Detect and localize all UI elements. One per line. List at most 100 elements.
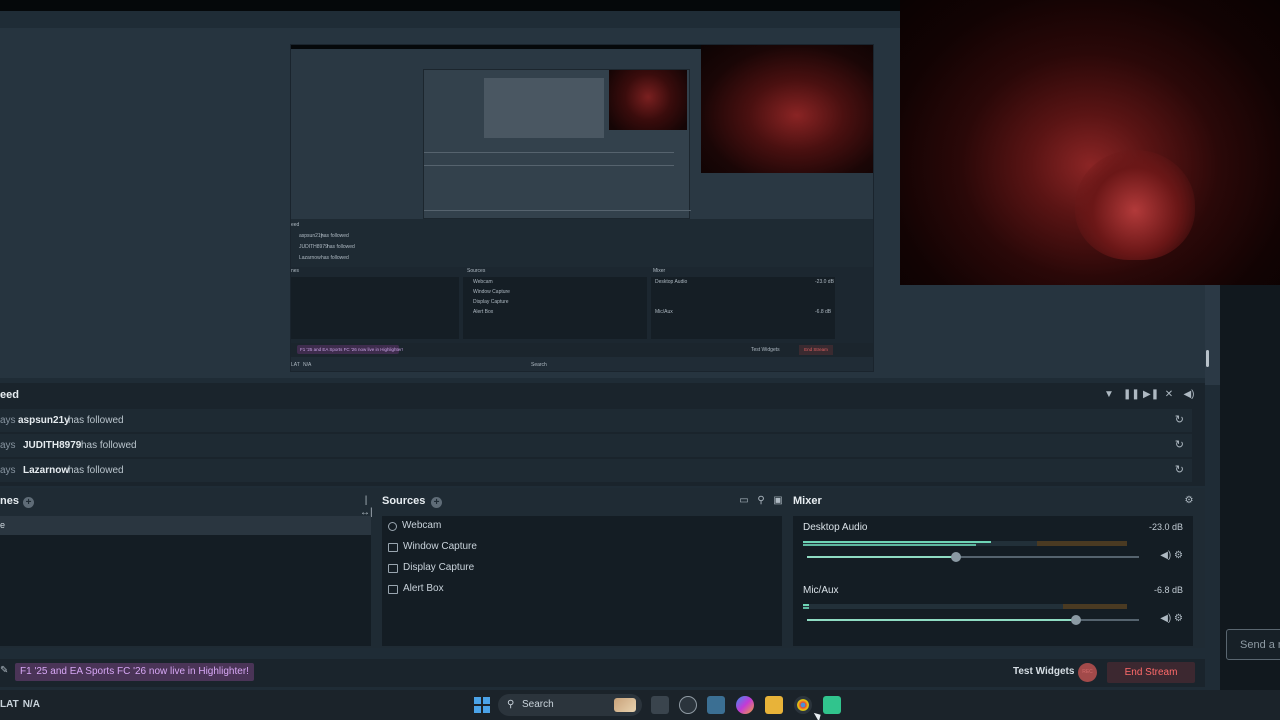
level-meter [803, 604, 1127, 609]
nested-scenes-box [291, 277, 459, 339]
replay-icon[interactable]: ↻ [1175, 409, 1184, 432]
feed-item-action: has followed [81, 440, 137, 451]
end-stream-button[interactable]: End Stream [1107, 662, 1195, 683]
nested-taskbar: LAT N/A Search [291, 357, 873, 371]
scene-item-selected[interactable]: e [0, 516, 371, 535]
skip-icon[interactable]: ▶❚ [1143, 389, 1159, 401]
feed-item-user: Lazarnow [23, 465, 70, 476]
chat-input[interactable]: Send a m [1226, 629, 1280, 660]
volume-icon[interactable]: ◀) [1183, 389, 1195, 401]
feed-item: ays aspsun21y has followed ↻ [0, 409, 1192, 432]
nested-source: Window Capture [473, 289, 510, 295]
nested-divider [424, 165, 674, 166]
task-view-icon[interactable] [651, 696, 669, 714]
meter-warn-zone [1063, 604, 1127, 609]
highlighter-icon[interactable]: ✎ [0, 665, 8, 676]
nested-feed-user: JUDITH8979 [299, 244, 328, 250]
volume-slider[interactable] [807, 615, 1139, 625]
volume-slider-knob[interactable] [1070, 615, 1081, 625]
nested-sources-title: Sources [467, 268, 486, 274]
source-label: Display Capture [403, 562, 475, 573]
mixer-panel: Desktop Audio -23.0 dB ◀) ⚙ Mic/Aux -6.8… [793, 516, 1193, 646]
sources-title: Sources [382, 495, 426, 507]
nested-divider [424, 210, 691, 211]
window-icon [388, 542, 398, 552]
monitor-icon [388, 563, 398, 573]
mute-icon[interactable]: ◀) ⚙ [1160, 550, 1183, 561]
app-icon[interactable] [707, 696, 725, 714]
nested-feed-user: aspsun21y [299, 233, 324, 239]
nested-channel-name: Mic/Aux [655, 309, 673, 315]
collapse-icon[interactable]: |↔| [360, 495, 373, 518]
folder-icon[interactable]: ▣ [772, 495, 784, 507]
mute-alerts-icon[interactable]: ✕ [1163, 389, 1175, 401]
mixer-settings-icon[interactable]: ⚙ [1183, 495, 1195, 507]
source-item-webcam[interactable]: Webcam [388, 518, 441, 534]
meter-fill [803, 604, 810, 606]
volume-slider-fill [807, 556, 957, 558]
nested-inner-window [423, 69, 691, 219]
nested-feed-user: Lazarnow [299, 255, 321, 261]
meter-fill [803, 541, 991, 543]
filter-icon[interactable]: ▼ [1103, 389, 1115, 401]
file-explorer-icon[interactable] [765, 696, 783, 714]
streaming-app-window: eed aspsun21y has followed JUDITH8979 ha… [0, 0, 1280, 720]
pause-icon[interactable]: ❚❚ [1123, 389, 1140, 401]
streamlabs-icon[interactable] [823, 696, 841, 714]
source-link-icon[interactable]: ⚲ [755, 495, 767, 507]
source-item-alert-box[interactable]: Alert Box [388, 581, 444, 597]
nested-feed-action: has followed [321, 233, 349, 239]
add-source-icon[interactable]: + [431, 497, 442, 508]
nested-end-stream: End Stream [799, 345, 833, 355]
meter-fill [803, 607, 809, 609]
activity-feed-title: eed [0, 389, 19, 401]
feed-item-action: has followed [68, 415, 124, 426]
chrome-icon[interactable] [794, 696, 812, 714]
meter-warn-zone [1037, 541, 1127, 546]
nested-channel-db: -23.0 dB [815, 279, 834, 285]
add-scene-icon[interactable]: + [23, 497, 34, 508]
channel-name: Mic/Aux [803, 585, 839, 596]
alert-box-icon [388, 584, 398, 594]
volume-slider-knob[interactable] [951, 552, 962, 562]
feed-item-time: ays [0, 465, 16, 476]
nested-taskbar-label: LAT [291, 362, 300, 368]
test-widgets-button[interactable]: Test Widgets [1013, 666, 1074, 677]
nested-source: Display Capture [473, 299, 509, 305]
source-group-icon[interactable]: ▭ [738, 495, 750, 507]
scrollbar-handle[interactable] [1206, 350, 1209, 367]
taskbar-status-label: LAT [0, 699, 19, 710]
mixer-title: Mixer [793, 495, 822, 507]
nested-mixer-title: Mixer [653, 268, 666, 274]
channel-name: Desktop Audio [803, 522, 868, 533]
promo-banner[interactable]: F1 '25 and EA Sports FC '26 now live in … [15, 663, 254, 681]
side-strip [1205, 285, 1220, 385]
replay-icon[interactable]: ↻ [1175, 459, 1184, 482]
channel-db: -23.0 dB [1148, 522, 1183, 532]
feed-item: ays JUDITH8979 has followed ↻ [0, 434, 1192, 457]
replay-icon[interactable]: ↻ [1175, 434, 1184, 457]
channel-db: -6.8 dB [1153, 585, 1183, 595]
feed-toolbar: ▼ ❚❚ ▶❚ ✕ ◀) [1103, 389, 1195, 401]
source-item-display-capture[interactable]: Display Capture [388, 560, 474, 576]
record-button[interactable]: REC [1078, 663, 1097, 682]
source-label: Alert Box [403, 583, 444, 594]
source-item-window-capture[interactable]: Window Capture [388, 539, 477, 555]
volume-slider-fill [807, 619, 1076, 621]
nested-mixer-box: Desktop Audio -23.0 dB Mic/Aux -6.8 dB [651, 277, 835, 339]
4k-app-icon[interactable] [679, 696, 697, 714]
nested-inner-webcam [609, 70, 687, 130]
volume-slider[interactable] [807, 552, 1139, 562]
taskbar-search[interactable]: ⚲ Search [498, 694, 642, 716]
feed-item-action: has followed [68, 465, 124, 476]
feed-item-user: JUDITH8979 [23, 440, 82, 451]
nested-feed-title: eed [291, 222, 300, 228]
copilot-icon[interactable] [736, 696, 754, 714]
search-icon: ⚲ [507, 699, 515, 710]
top-black-bar [0, 0, 900, 11]
mute-icon[interactable]: ◀) ⚙ [1160, 613, 1183, 624]
nested-panels: nes Sources Mixer Webcam Window Capture … [291, 267, 873, 343]
windows-start-icon[interactable] [474, 697, 490, 713]
nested-promo: F1 '25 and EA Sports FC '26 now live in … [297, 345, 403, 354]
nested-scenes-title: nes [291, 268, 300, 274]
